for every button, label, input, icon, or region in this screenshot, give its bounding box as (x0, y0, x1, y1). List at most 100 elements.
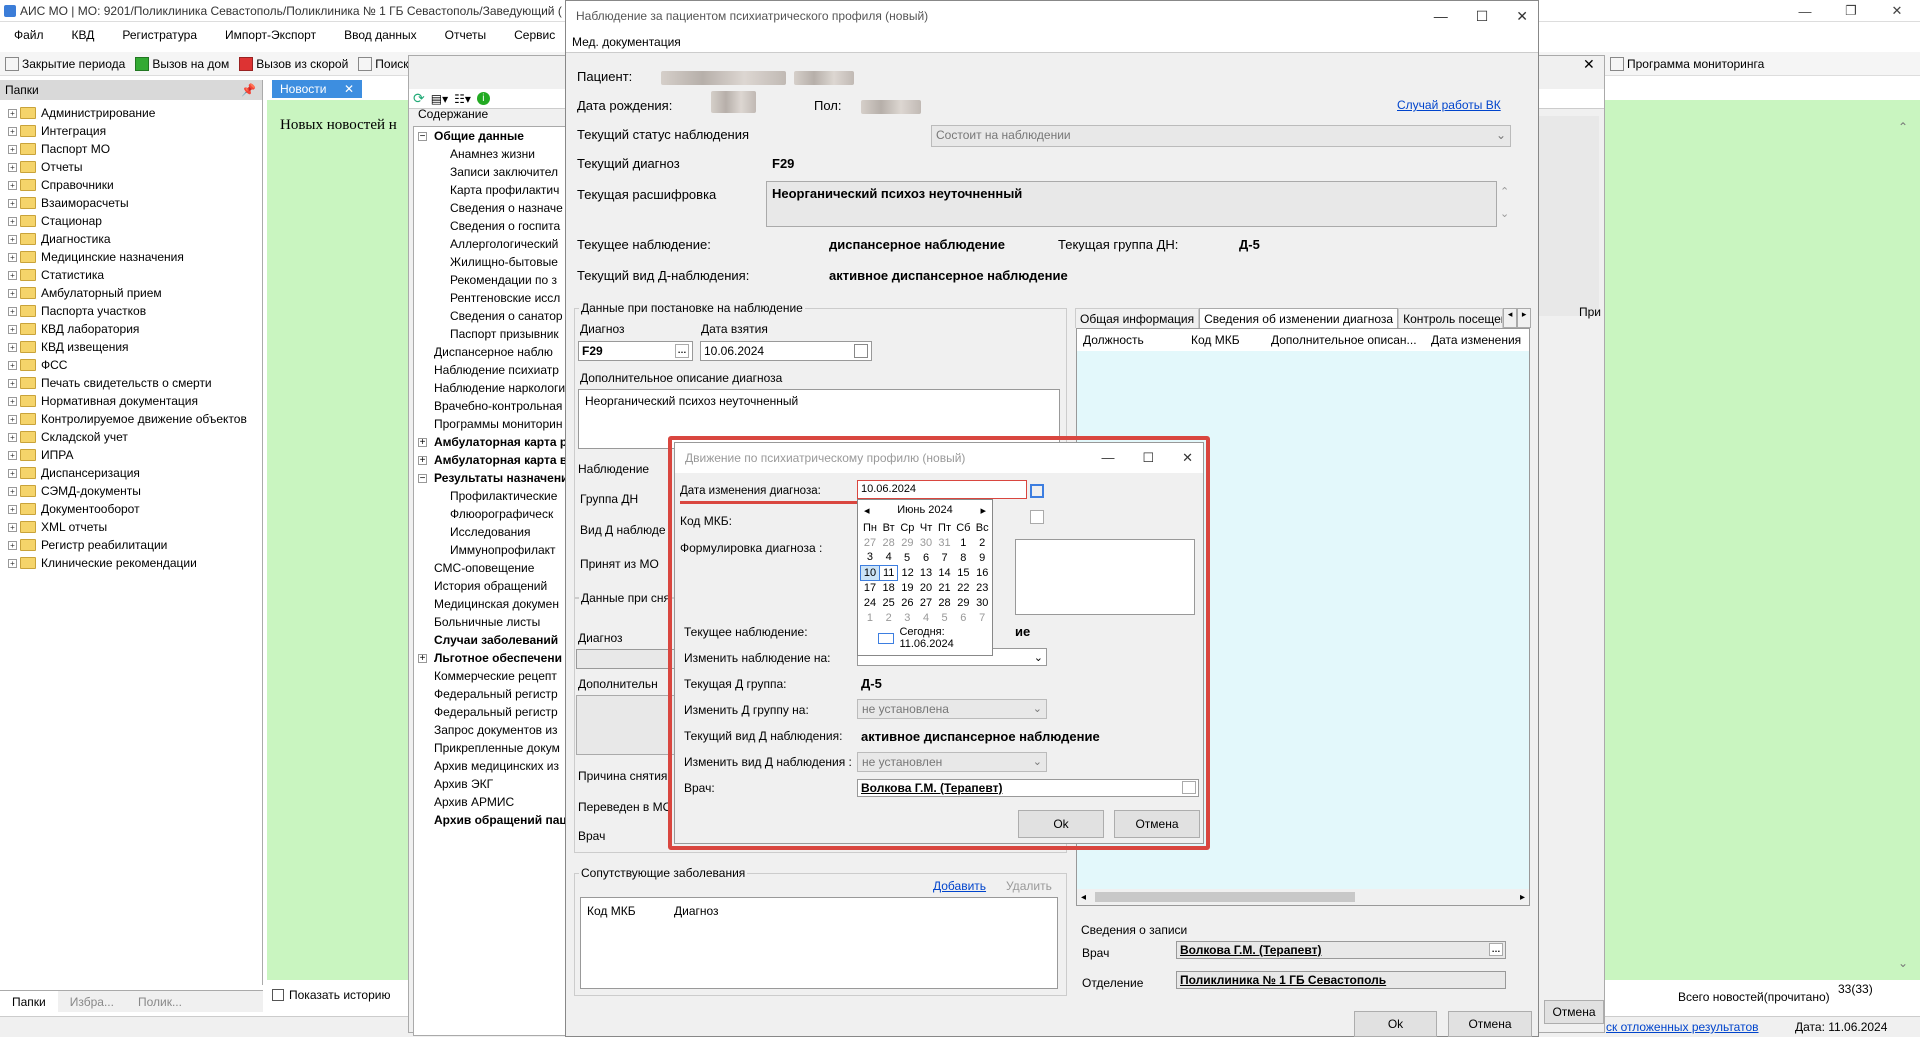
close-period-button[interactable]: Закрытие периода (0, 56, 130, 71)
expand-icon[interactable]: + (8, 468, 17, 478)
scroll-left-icon[interactable]: ◂ (1081, 892, 1086, 903)
next-month-icon[interactable]: ▸ (980, 504, 986, 517)
calendar-day[interactable]: 20 (917, 580, 935, 595)
expand-icon[interactable]: + (8, 360, 17, 370)
content-tree-item[interactable]: + Амбулаторная карта р (414, 433, 572, 451)
grid-hscroll[interactable]: ◂ ▸ (1077, 889, 1529, 905)
checkbox-icon[interactable] (272, 989, 284, 1001)
content-tree-item[interactable]: Анамнез жизни (414, 145, 572, 163)
calendar-day[interactable]: 27 (861, 535, 880, 550)
content-tree-item[interactable]: Федеральный регистр (414, 685, 572, 703)
calendar-day[interactable]: 7 (973, 610, 992, 625)
close-tab-icon[interactable]: ✕ (344, 82, 354, 96)
tab-visit-control[interactable]: Контроль посещен (1398, 308, 1504, 328)
calendar-day[interactable]: 16 (973, 565, 992, 580)
menu-item[interactable]: Файл (0, 28, 58, 42)
maximize-icon[interactable]: ☐ (1142, 450, 1154, 466)
folder-item[interactable]: + Справочники (0, 176, 262, 194)
menu-item[interactable]: КВД (58, 28, 109, 42)
expand-icon[interactable]: + (8, 234, 17, 244)
content-tree-item[interactable]: Медицинская докумен (414, 595, 572, 613)
expand-icon[interactable]: + (8, 324, 17, 334)
content-tree-item[interactable]: Флюорографическ (414, 505, 572, 523)
folder-item[interactable]: + ФСС (0, 356, 262, 374)
reg-diag-field[interactable]: F29… (578, 341, 693, 361)
folder-item[interactable]: + КВД извещения (0, 338, 262, 356)
expand-icon[interactable]: + (8, 432, 17, 442)
change-kind-select[interactable]: не установлен ⌄ (857, 752, 1047, 772)
calendar-day[interactable]: 18 (879, 580, 897, 595)
expand-icon[interactable]: − (418, 131, 427, 141)
info-icon[interactable]: i (476, 92, 490, 105)
menu-item[interactable]: Сервис (500, 28, 569, 42)
expand-icon[interactable]: + (8, 252, 17, 262)
expand-icon[interactable]: + (8, 288, 17, 298)
content-tree-item[interactable]: Наблюдение психиатр (414, 361, 572, 379)
minimize-icon[interactable]: — (1434, 8, 1448, 25)
move-ok-button[interactable]: Ok (1018, 810, 1104, 838)
show-history-checkbox[interactable]: Показать историю (272, 988, 390, 1002)
expand-icon[interactable]: − (418, 473, 427, 483)
reg-date-field[interactable]: 10.06.2024 (700, 341, 872, 361)
folder-item[interactable]: + Медицинские назначения (0, 248, 262, 266)
expand-icon[interactable]: + (8, 540, 17, 550)
content-tree-item[interactable]: Программы мониторин (414, 415, 572, 433)
content-tree-item[interactable]: Рекомендации по з (414, 271, 572, 289)
tree-icon[interactable]: ☷▾ (454, 92, 471, 106)
expand-icon[interactable]: + (8, 162, 17, 172)
card-cancel-button[interactable]: Отмена (1544, 1000, 1604, 1024)
menu-item[interactable]: Регистратура (108, 28, 211, 42)
calendar-day[interactable]: 29 (898, 535, 917, 550)
deferred-results-link[interactable]: ск отложенных результатов (1606, 1020, 1759, 1034)
folder-item[interactable]: + Диагностика (0, 230, 262, 248)
folder-item[interactable]: + Складской учет (0, 428, 262, 446)
expand-icon[interactable]: + (8, 378, 17, 388)
tab-diag-changes[interactable]: Сведения об изменении диагноза (1199, 308, 1399, 328)
menu-med-docs[interactable]: Мед. документация (572, 35, 681, 49)
menu-item[interactable]: Ввод данных (330, 28, 431, 42)
content-tree-item[interactable]: Записи заключител (414, 163, 572, 181)
folder-item[interactable]: + Документооборот (0, 500, 262, 518)
calendar-day[interactable]: 4 (917, 610, 935, 625)
folder-item[interactable]: + Печать свидетельств о смерти (0, 374, 262, 392)
content-tree-item[interactable]: Федеральный регистр (414, 703, 572, 721)
calendar-day[interactable]: 26 (898, 595, 917, 610)
calendar-icon[interactable] (1030, 484, 1044, 498)
calendar-day[interactable]: 22 (954, 580, 973, 595)
expand-icon[interactable]: + (8, 522, 17, 532)
minimize-icon[interactable]: — (1101, 450, 1114, 466)
content-tree-item[interactable]: − Результаты назначени (414, 469, 572, 487)
folder-item[interactable]: + Регистр реабилитации (0, 536, 262, 554)
calendar-day[interactable]: 31 (935, 535, 954, 550)
expand-icon[interactable]: + (8, 450, 17, 460)
content-tree-item[interactable]: Аллергологический (414, 235, 572, 253)
tab-scroll-right-icon[interactable]: ▸ (1517, 308, 1532, 328)
content-tree-item[interactable]: Сведения о назначе (414, 199, 572, 217)
folder-item[interactable]: + Стационар (0, 212, 262, 230)
close-card-icon[interactable]: ✕ (1583, 56, 1595, 73)
pin-icon[interactable]: 📌 (241, 83, 256, 97)
print-icon[interactable]: ▤▾ (431, 92, 448, 106)
content-tree-item[interactable]: Исследования (414, 523, 572, 541)
calendar-day[interactable]: 28 (879, 535, 897, 550)
content-tree-item[interactable]: + Льготное обеспечени (414, 649, 572, 667)
expand-icon[interactable]: + (8, 396, 17, 406)
calendar-day[interactable]: 15 (954, 565, 973, 580)
expand-icon[interactable]: + (418, 653, 427, 663)
expand-icon[interactable]: + (8, 504, 17, 514)
expand-icon[interactable]: + (8, 144, 17, 154)
folder-item[interactable]: + СЭМД-документы (0, 482, 262, 500)
form-field[interactable] (1015, 539, 1195, 615)
content-tree-item[interactable]: Больничные листы (414, 613, 572, 631)
calendar-day[interactable]: 27 (917, 595, 935, 610)
rec-dept-field[interactable]: Поликлиника № 1 ГБ Севастополь (1176, 971, 1506, 989)
folder-item[interactable]: + ИПРА (0, 446, 262, 464)
folder-item[interactable]: + Диспансеризация (0, 464, 262, 482)
decode-scroll[interactable]: ⌃ ⌄ (1500, 181, 1509, 225)
content-tree-item[interactable]: Архив обращений паци (414, 811, 572, 829)
calendar-day[interactable]: 30 (917, 535, 935, 550)
status-select[interactable]: Состоит на наблюдении ⌄ (931, 125, 1511, 147)
calendar-day[interactable]: 2 (879, 610, 897, 625)
folder-item[interactable]: + XML отчеты (0, 518, 262, 536)
content-tree-item[interactable]: СМС-оповещение (414, 559, 572, 577)
